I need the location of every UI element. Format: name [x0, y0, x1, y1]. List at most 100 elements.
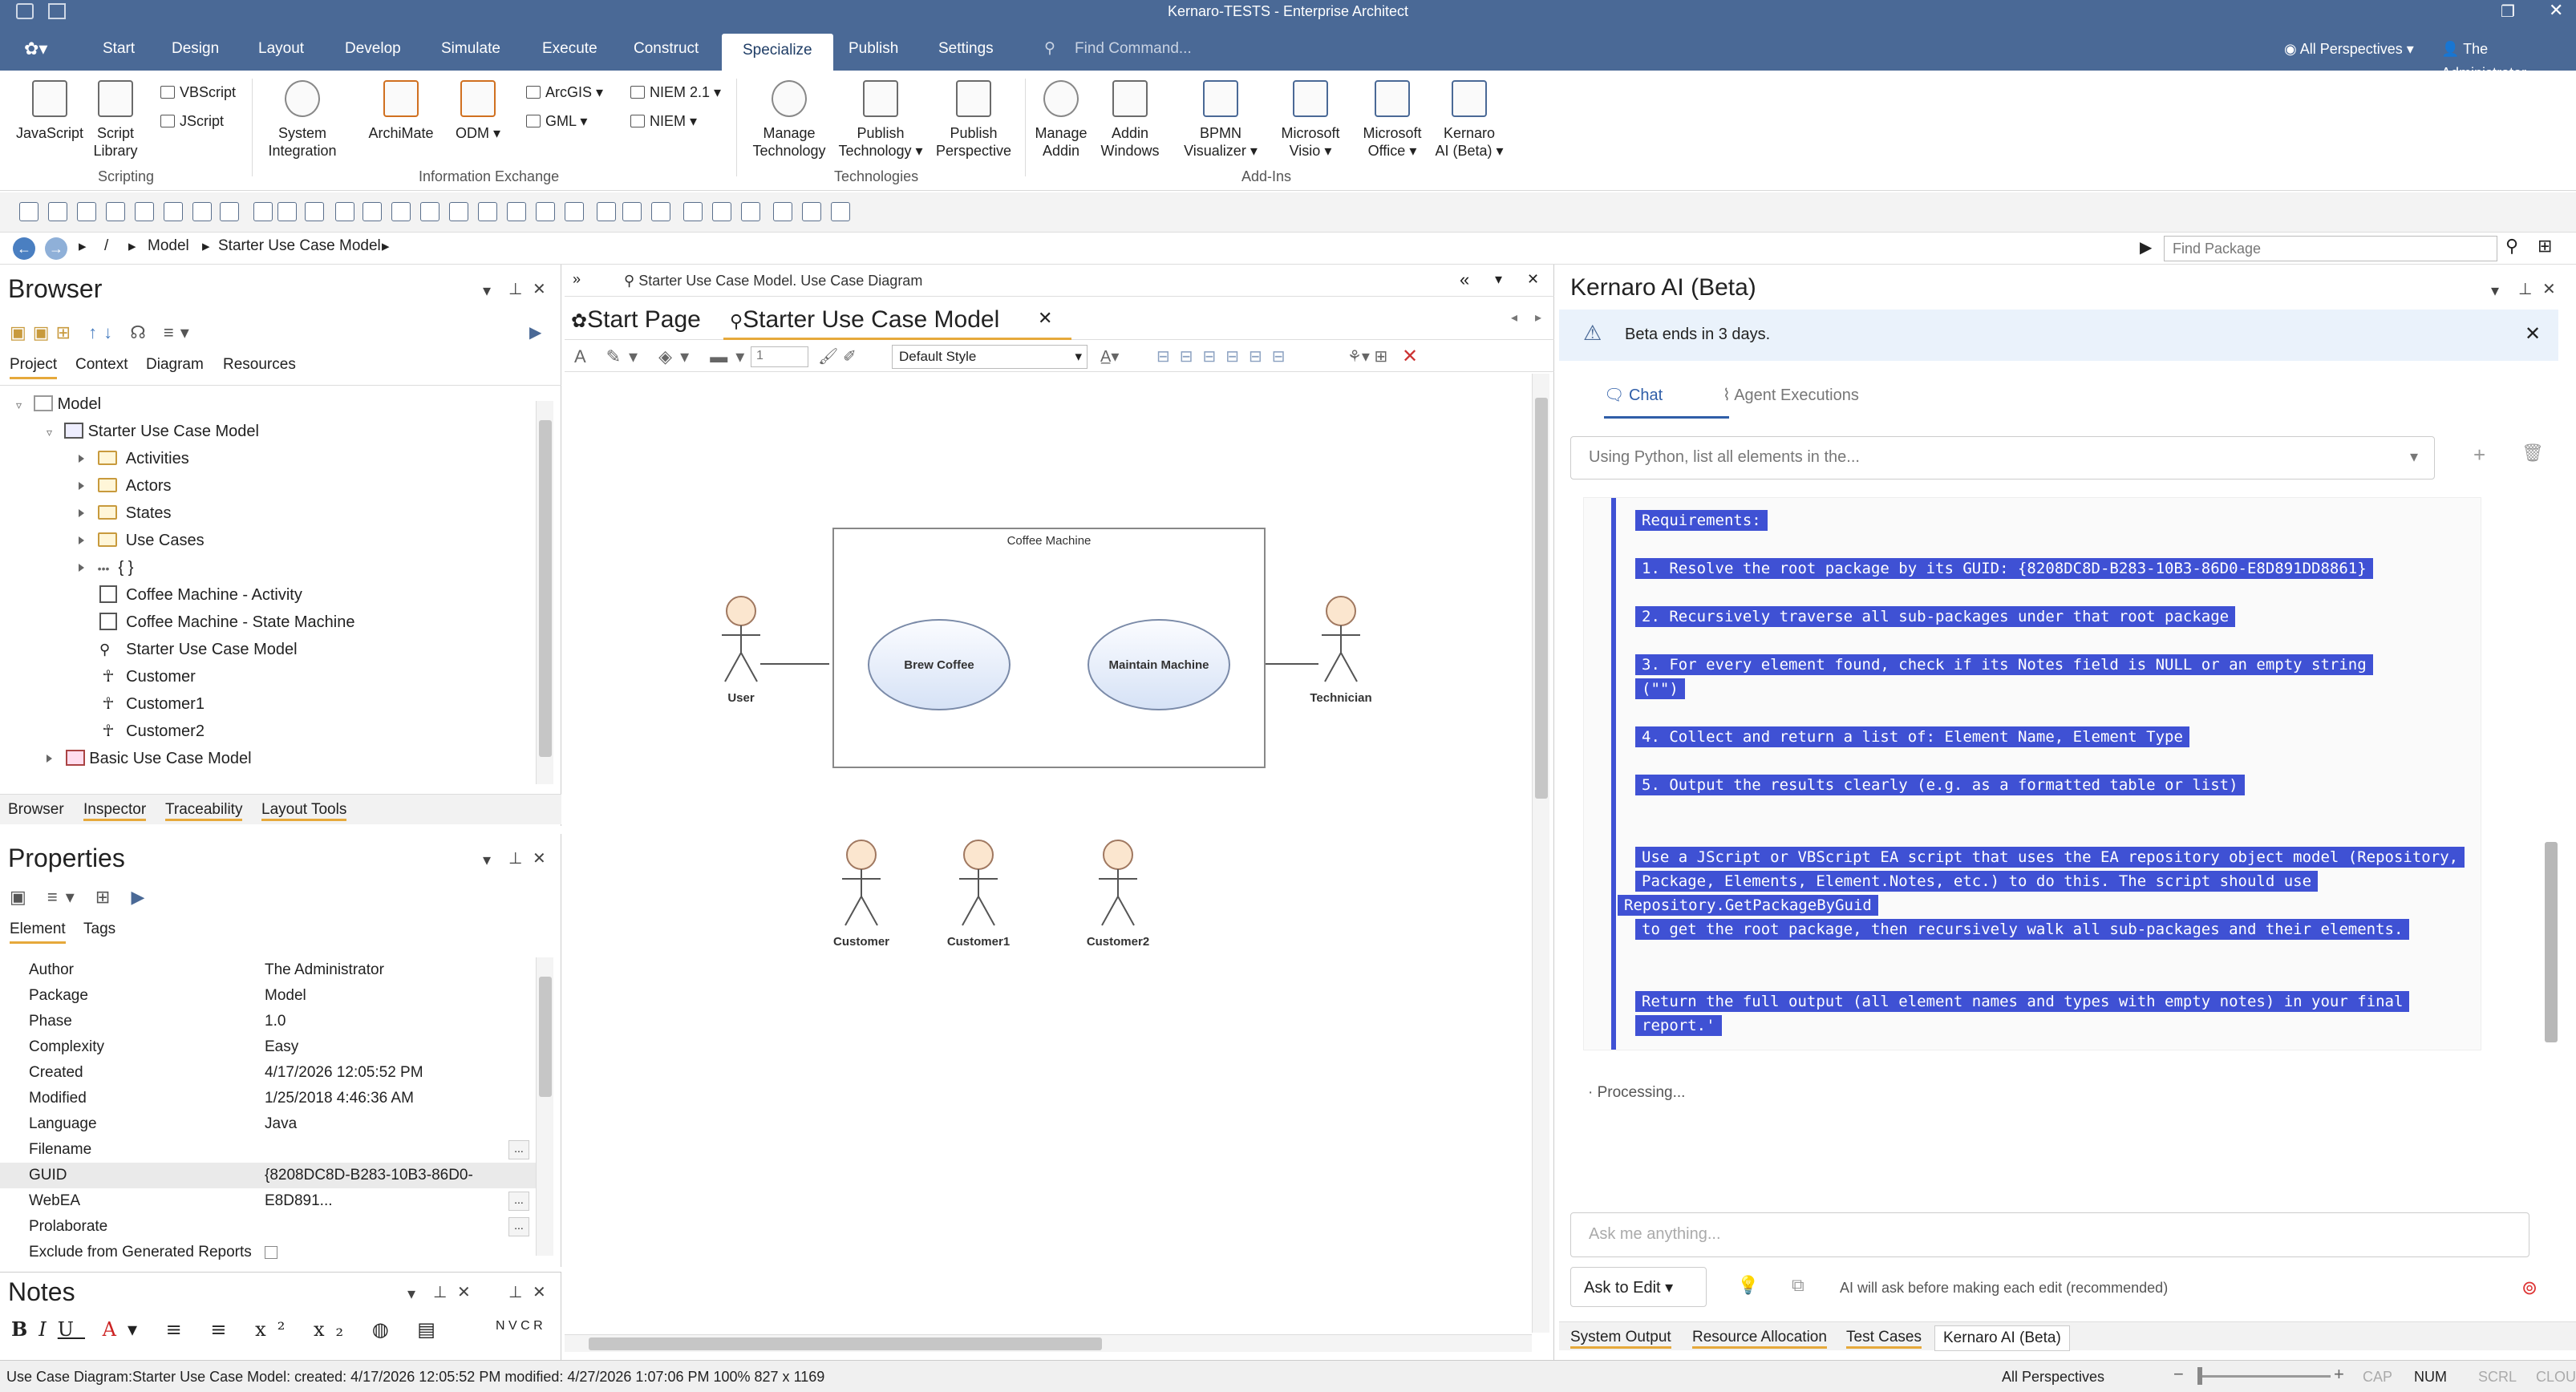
property-value[interactable]: 1/25/2018 4:46:36 AM	[265, 1086, 414, 1111]
menu-execute[interactable]: Execute	[542, 37, 597, 61]
browser-toolbar[interactable]: ▣▣⊞ ↑↓ ☊ ≡▾	[10, 322, 196, 343]
align-icons[interactable]: ⊟⊟⊟⊟⊟⊟	[1156, 346, 1295, 366]
property-row[interactable]: Package Model	[0, 983, 536, 1009]
property-value[interactable]: The Administrator	[265, 957, 384, 983]
tree-item-use-cases[interactable]: Use Cases	[79, 528, 205, 553]
properties-toolbar[interactable]: ▣ ≡▾ ⊞ ▶	[10, 887, 152, 908]
breadcrumb-model[interactable]: Model	[148, 237, 189, 255]
mode-select[interactable]: Ask to Edit ▾	[1570, 1267, 1707, 1307]
bottom-tab-traceability[interactable]: Traceability	[165, 801, 243, 821]
toolbar-button-icon[interactable]	[363, 202, 382, 221]
javascript-button[interactable]: JavaScript	[11, 80, 88, 142]
kernaro-ai-button[interactable]: Kernaro AI (Beta) ▾	[1429, 80, 1509, 160]
app-menu-icon[interactable]: ✿▾	[24, 38, 47, 59]
close-icon[interactable]: ✕	[533, 1282, 546, 1302]
notes-format-code[interactable]: N V C R	[496, 1319, 543, 1333]
bottom-tab-system-output[interactable]: System Output	[1570, 1329, 1671, 1349]
jscript-button[interactable]: JScript	[160, 112, 224, 130]
close-tab-icon[interactable]: ✕	[1038, 308, 1052, 329]
tab-context[interactable]: Context	[75, 356, 128, 374]
tree-item-activity-diagram[interactable]: Coffee Machine - Activity	[99, 582, 302, 608]
toolbar-button-icon[interactable]	[478, 202, 497, 221]
property-value[interactable]: Java	[265, 1111, 297, 1137]
property-row[interactable]: WebEA...	[0, 1188, 536, 1214]
publish-technology-button[interactable]: Publish Technology ▾	[834, 80, 927, 160]
scrollbar-thumb[interactable]	[539, 977, 552, 1097]
toolbar-button-icon[interactable]	[106, 202, 125, 221]
tab-agent-executions[interactable]: ⌇ Agent Executions	[1723, 385, 1859, 405]
trash-icon[interactable]: 🗑	[2521, 443, 2544, 463]
bottom-tab-kernaro-ai[interactable]: Kernaro AI (Beta)	[1934, 1325, 2070, 1351]
property-value[interactable]: Easy	[265, 1034, 298, 1060]
property-row[interactable]: Complexity Easy	[0, 1034, 536, 1060]
status-perspectives[interactable]: All Perspectives	[2002, 1369, 2104, 1386]
pin-icon[interactable]: ⊥	[433, 1282, 447, 1302]
tree-item-customer[interactable]: ☥ Customer	[99, 664, 196, 690]
property-row[interactable]: Language Java	[0, 1111, 536, 1137]
tab-element[interactable]: Element	[10, 921, 66, 944]
tree-item-customer1[interactable]: ☥ Customer1	[99, 691, 205, 717]
ask-input[interactable]: Ask me anything...	[1570, 1212, 2529, 1257]
bottom-tab-inspector[interactable]: Inspector	[83, 801, 147, 821]
collapse-icon[interactable]: »	[573, 271, 581, 288]
system-integration-button[interactable]: System Integration	[258, 80, 346, 160]
properties-dropdown-icon[interactable]: ▾	[483, 850, 491, 870]
pin-icon[interactable]: ⊥	[508, 279, 522, 299]
tree-item-braces[interactable]: ••• { }	[79, 555, 133, 581]
diagram-scrollbar-h[interactable]	[565, 1334, 1532, 1352]
use-case-maintain-machine[interactable]: Maintain Machine	[1088, 619, 1230, 710]
toolbar-button-icon[interactable]	[19, 202, 38, 221]
bottom-tab-resource-allocation[interactable]: Resource Allocation	[1692, 1329, 1827, 1349]
pin-icon[interactable]: ⊥	[2518, 279, 2532, 299]
menu-develop[interactable]: Develop	[345, 37, 401, 61]
bottom-tab-test-cases[interactable]: Test Cases	[1846, 1329, 1922, 1349]
scrollbar-thumb[interactable]	[539, 420, 552, 757]
addin-windows-button[interactable]: Addin Windows	[1097, 80, 1163, 160]
publish-perspective-button[interactable]: Publish Perspective	[929, 80, 1019, 160]
menu-layout[interactable]: Layout	[258, 37, 304, 61]
browser-dropdown-icon[interactable]: ▾	[483, 281, 491, 301]
expand-left-icon[interactable]: «	[1460, 269, 1469, 290]
expand-icon[interactable]: ▶	[529, 322, 541, 342]
diagram-scrollbar-v[interactable]	[1532, 374, 1549, 1333]
tab-scroll-left-icon[interactable]: ◂	[1511, 310, 1517, 326]
forward-icon[interactable]: →	[45, 237, 67, 260]
tab-project[interactable]: Project	[10, 356, 58, 379]
property-row[interactable]: Modified 1/25/2018 4:46:36 AM	[0, 1086, 536, 1111]
actor-user[interactable]	[709, 595, 773, 691]
conversation-select[interactable]: Using Python, list all elements in the..…	[1570, 436, 2435, 480]
font-color-icon[interactable]: A̲▾	[1100, 346, 1119, 366]
new-chat-icon[interactable]: +	[2473, 443, 2485, 467]
menu-settings[interactable]: Settings	[938, 37, 994, 61]
close-icon[interactable]: ✕	[2542, 279, 2556, 299]
search-icon[interactable]: ⚲	[2505, 236, 2518, 257]
tree-item-state-machine[interactable]: Coffee Machine - State Machine	[99, 609, 354, 635]
format-icons[interactable]: A ✎▾ ◈▾ ▬▾	[574, 346, 752, 367]
property-value[interactable]: 4/17/2026 12:05:52 PM	[265, 1060, 423, 1086]
toolbar-button-icon[interactable]	[597, 202, 616, 221]
toolbar-button-icon[interactable]	[253, 202, 273, 221]
close-window-icon[interactable]: ✕	[2549, 0, 2563, 21]
browser-scrollbar[interactable]	[536, 401, 553, 784]
toolbar-button-icon[interactable]	[831, 202, 850, 221]
gml-button[interactable]: GML ▾	[526, 112, 587, 130]
zoom-slider[interactable]	[2202, 1375, 2331, 1378]
nav-root[interactable]: /	[104, 237, 108, 255]
toolbar-button-icon[interactable]	[305, 202, 324, 221]
zoom-out-icon[interactable]: −	[2173, 1364, 2184, 1385]
breadcrumb-starter-use-case-model[interactable]: Starter Use Case Model	[218, 237, 381, 255]
actor-technician[interactable]	[1309, 595, 1373, 691]
toolbar-button-icon[interactable]	[622, 202, 642, 221]
zoom-box[interactable]: 1	[751, 346, 808, 367]
toolbar-button-icon[interactable]	[565, 202, 584, 221]
nav-expand-icon[interactable]: ▶	[2140, 237, 2152, 257]
properties-scrollbar[interactable]	[536, 957, 553, 1256]
bpmn-visualizer-button[interactable]: BPMN Visualizer ▾	[1177, 80, 1264, 160]
menu-specialize[interactable]: Specialize	[722, 34, 833, 71]
style-select[interactable]: Default Style ▾	[892, 345, 1088, 369]
pin-icon[interactable]: ⊥	[508, 1282, 522, 1302]
toolbar-button-icon[interactable]	[536, 202, 555, 221]
toolbar-button-icon[interactable]	[773, 202, 792, 221]
tree-item-activities[interactable]: Activities	[79, 446, 189, 471]
menu-start[interactable]: Start	[103, 37, 135, 61]
